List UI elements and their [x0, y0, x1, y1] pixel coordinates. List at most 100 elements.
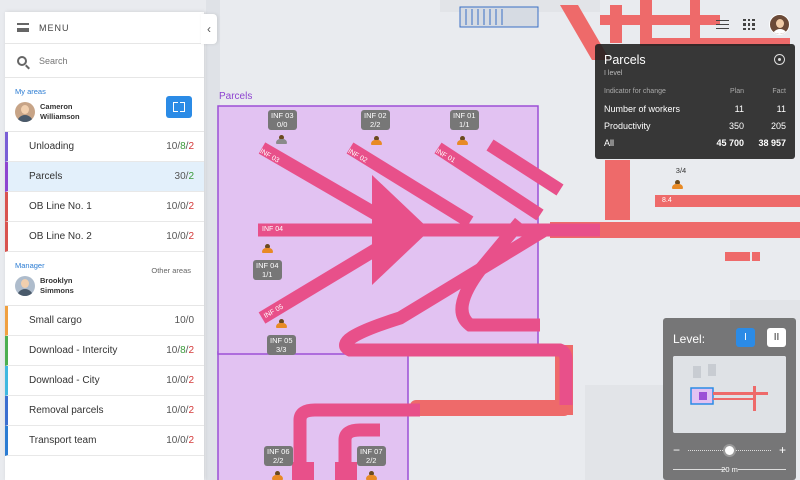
area-item[interactable]: Download - Intercity 10/8/2: [5, 336, 204, 366]
level-2-button[interactable]: II: [767, 328, 786, 347]
count-red: 2: [188, 405, 194, 416]
info-panel: Parcels I level Indicator for change Pla…: [595, 44, 795, 159]
area-item[interactable]: Transport team 10/0/2: [5, 426, 204, 456]
area-item[interactable]: OB Line No. 1 10/0/2: [5, 192, 204, 222]
zoom-control: − +: [673, 443, 786, 457]
head-indicator: Indicator for change: [604, 88, 666, 95]
zone-label-parcels[interactable]: Parcels: [219, 91, 252, 102]
info-table-header: Indicator for change Plan Fact: [604, 88, 786, 95]
locate-icon[interactable]: [774, 54, 785, 65]
count-green: 0: [188, 315, 194, 326]
area-item[interactable]: Removal parcels 10/0/2: [5, 396, 204, 426]
inf05-tag[interactable]: INF 05 3/3: [267, 335, 296, 355]
inf03-tag[interactable]: INF 03 0/0: [268, 110, 297, 130]
worker-icon[interactable]: [262, 244, 273, 253]
top-toolbar: [716, 14, 790, 35]
worker-icon[interactable]: [276, 319, 287, 328]
area-name: Removal parcels: [29, 405, 104, 416]
area-name: OB Line No. 1: [29, 201, 92, 212]
area-item[interactable]: Parcels 30/2: [5, 162, 204, 192]
inf07-tag[interactable]: INF 07 2/2: [357, 446, 386, 466]
worker-icon[interactable]: [276, 135, 287, 144]
area-item[interactable]: Download - City 10/0/2: [5, 366, 204, 396]
count-total: 10: [174, 315, 186, 326]
level-1-button[interactable]: I: [736, 328, 755, 347]
row-fact: 11: [776, 104, 786, 114]
sidebar: MENU My areas Cameron Williamson Unloadi…: [5, 12, 204, 480]
person-name: Brooklyn Simmons: [40, 276, 74, 295]
tag-line1: INF 01: [453, 111, 476, 120]
inf06-tag[interactable]: INF 06 2/2: [264, 446, 293, 466]
level-label: Level:: [673, 332, 706, 346]
tag-line1: INF 03: [271, 111, 294, 120]
right-belt-count: 3/4: [675, 166, 687, 175]
collapse-sidebar-button[interactable]: ‹: [201, 14, 217, 44]
person-name: Cameron Williamson: [40, 102, 80, 121]
inf01-tag[interactable]: INF 01 1/1: [450, 110, 479, 130]
user-avatar[interactable]: [769, 14, 790, 35]
worker-icon[interactable]: [366, 471, 377, 480]
apps-grid-icon[interactable]: [743, 18, 755, 31]
zoom-in-button[interactable]: +: [779, 443, 786, 457]
other-areas-label[interactable]: Other areas: [151, 266, 191, 275]
tag-line2: 2/2: [273, 456, 284, 465]
area-count: 10/0/2: [166, 375, 194, 386]
chevron-left-icon: ‹: [207, 22, 211, 36]
row-fact: 38 957: [758, 138, 786, 148]
area-item[interactable]: OB Line No. 2 10/0/2: [5, 222, 204, 252]
count-green: 8: [180, 345, 186, 356]
count-total: 10: [166, 201, 178, 212]
row-plan: 350: [728, 121, 744, 131]
worker-icon[interactable]: [457, 136, 468, 145]
area-count: 10/8/2: [166, 141, 194, 152]
minimap[interactable]: [673, 356, 786, 433]
count-total: 10: [166, 405, 178, 416]
count-green: 0: [180, 375, 186, 386]
count-red: 2: [188, 201, 194, 212]
inf04-tag[interactable]: INF 04 1/1: [253, 260, 282, 280]
zoom-slider-handle[interactable]: [723, 444, 736, 457]
row-indicator: All: [604, 138, 615, 148]
area-item[interactable]: Small cargo 10/0: [5, 306, 204, 336]
scale-bar: 20 m: [673, 465, 786, 474]
area-count: 10/8/2: [166, 345, 194, 356]
belt-label-inf04: INF 04: [262, 226, 284, 233]
tag-line1: INF 02: [364, 111, 387, 120]
area-name: Download - Intercity: [29, 345, 118, 356]
tag-line2: 3/3: [276, 345, 287, 354]
menu-header[interactable]: MENU: [5, 12, 204, 44]
tag-line2: 1/1: [459, 120, 470, 129]
inf02-tag[interactable]: INF 02 2/2: [361, 110, 390, 130]
count-total: 10: [166, 345, 178, 356]
count-red: 2: [188, 231, 194, 242]
area-item[interactable]: Unloading 10/8/2: [5, 132, 204, 162]
count-total: 10: [166, 375, 178, 386]
worker-icon[interactable]: [672, 180, 683, 189]
row-plan: 11: [734, 104, 744, 114]
avatar-cameron: [15, 102, 35, 122]
avatar-brooklyn: [15, 276, 35, 296]
my-areas-label: My areas: [15, 87, 46, 96]
info-row-workers: Number of workers 11 11: [604, 104, 786, 114]
worker-icon[interactable]: [272, 471, 283, 480]
area-count: 10/0/2: [166, 231, 194, 242]
list-view-icon[interactable]: [716, 19, 729, 30]
area-count: 10/0/2: [166, 201, 194, 212]
count-total: 10: [166, 435, 178, 446]
row-plan: 45 700: [716, 138, 744, 148]
area-count: 10/0/2: [166, 435, 194, 446]
count-red: 2: [188, 435, 194, 446]
zoom-out-button[interactable]: −: [673, 443, 680, 457]
hamburger-icon[interactable]: [17, 23, 29, 32]
my-areas-section: My areas Cameron Williamson: [5, 78, 204, 132]
search-input[interactable]: [39, 55, 189, 66]
row-fact: 205: [770, 121, 786, 131]
fullscreen-button[interactable]: [166, 96, 192, 118]
worker-icon[interactable]: [371, 136, 382, 145]
count-green: 0: [180, 435, 186, 446]
menu-title: MENU: [39, 22, 70, 33]
tag-line2: 2/2: [370, 120, 381, 129]
count-green: 0: [180, 201, 186, 212]
area-name: Small cargo: [29, 315, 82, 326]
count-total: 10: [166, 141, 178, 152]
